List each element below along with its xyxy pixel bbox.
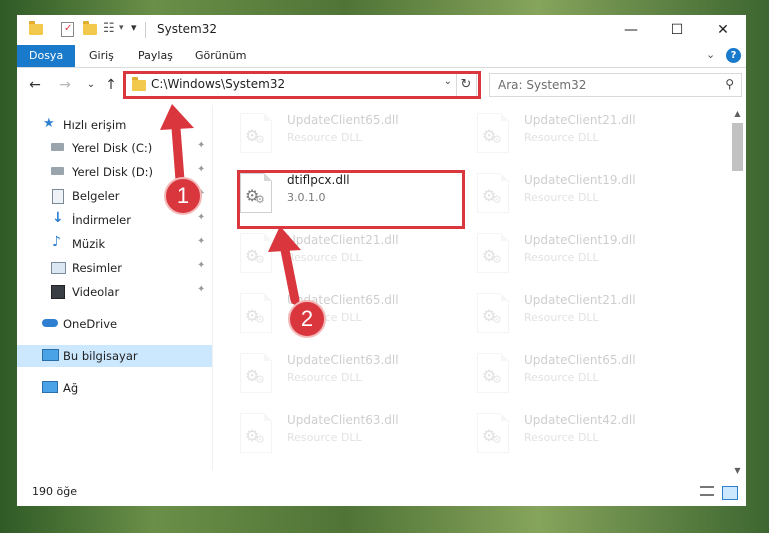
- step-2-callout: 2: [288, 300, 326, 338]
- arrow-to-file: [268, 226, 301, 305]
- arrow-to-address: [160, 104, 194, 185]
- annotation-layer: [160, 104, 301, 305]
- step-1-callout: 1: [164, 177, 202, 215]
